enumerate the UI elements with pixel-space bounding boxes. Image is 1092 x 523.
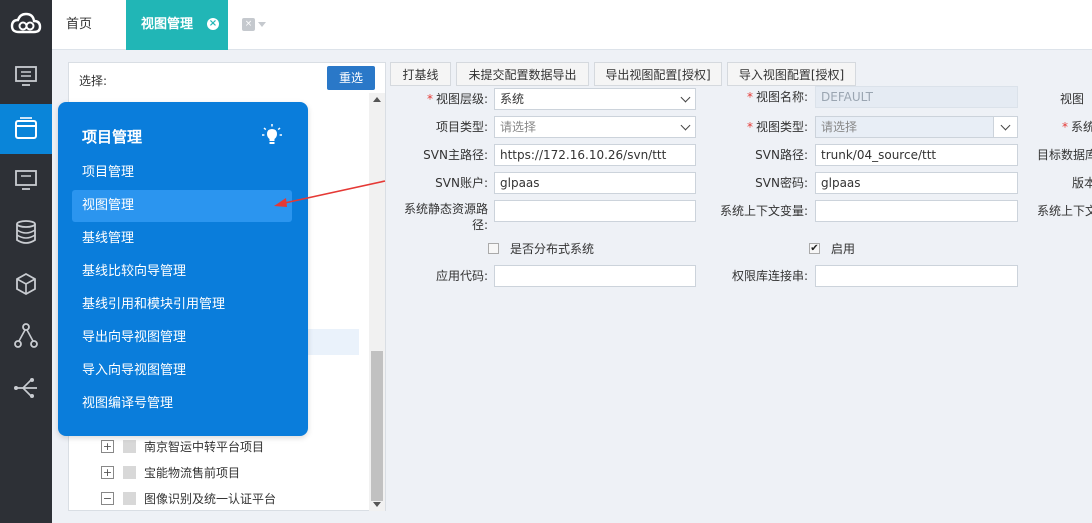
sidebar-item-share[interactable] bbox=[0, 364, 52, 412]
view-name-field: DEFAULT bbox=[815, 86, 1018, 108]
view-type-label: * 视图类型: bbox=[746, 120, 808, 134]
tree-checkbox[interactable] bbox=[123, 491, 136, 505]
distributed-checkbox[interactable]: 是否分布式系统 bbox=[488, 240, 594, 257]
view-level-label: * 视图层级: bbox=[426, 92, 488, 106]
col3-row4-label: 版本 bbox=[1072, 176, 1092, 190]
menu-item-view[interactable]: 视图管理 bbox=[72, 190, 292, 222]
monitor-icon bbox=[15, 66, 37, 86]
tab-menu-dropdown[interactable]: × bbox=[242, 18, 266, 31]
sys-context-label: 系统上下文变量: bbox=[719, 204, 808, 218]
col3-row3-label: 目标数据库 bbox=[1037, 148, 1092, 162]
tab-bar: 首页 视图管理 × × bbox=[52, 0, 1092, 50]
chevron-down-icon bbox=[1000, 120, 1011, 131]
lightbulb-icon bbox=[262, 124, 282, 144]
menu-item-compile-number[interactable]: 视图编译号管理 bbox=[72, 388, 292, 420]
sidebar-item-cube[interactable] bbox=[0, 260, 52, 308]
static-path-label: 系统静态资源路 径: bbox=[403, 202, 488, 232]
sidebar-logo[interactable] bbox=[0, 0, 52, 48]
project-management-menu: 项目管理 项目管理 视图管理 基线管理 基线比较向导管理 基线引用和模块引用管理… bbox=[58, 102, 308, 436]
export-uncommitted-button[interactable]: 未提交配置数据导出 bbox=[456, 62, 589, 86]
col3-row1-label: 视图 bbox=[1060, 92, 1085, 106]
export-view-config-button[interactable]: 导出视图配置[授权] bbox=[594, 62, 722, 86]
menu-item-export-wizard[interactable]: 导出向导视图管理 bbox=[72, 322, 292, 354]
import-view-config-button[interactable]: 导入视图配置[授权] bbox=[727, 62, 856, 86]
tree-row[interactable]: − 图像识别及统一认证平台 bbox=[101, 488, 276, 508]
sys-context-field[interactable] bbox=[815, 200, 1018, 222]
chevron-down-icon bbox=[258, 22, 266, 27]
expand-icon[interactable]: + bbox=[101, 465, 114, 479]
tab-view-management-label: 视图管理 bbox=[141, 17, 194, 32]
expand-icon[interactable]: + bbox=[101, 439, 114, 453]
menu-item-baseline[interactable]: 基线管理 bbox=[72, 223, 292, 255]
tree-checkbox[interactable] bbox=[123, 465, 136, 479]
perm-db-field[interactable] bbox=[815, 265, 1018, 287]
col3-row5-label: 系统上下文 bbox=[1037, 204, 1092, 218]
svn-account-field[interactable]: glpaas bbox=[494, 172, 696, 194]
svn-password-field[interactable]: glpaas bbox=[815, 172, 1018, 194]
tab-home[interactable]: 首页 bbox=[66, 0, 92, 50]
static-path-field[interactable] bbox=[494, 200, 696, 222]
scrollbar-thumb[interactable] bbox=[371, 351, 383, 501]
tree-row[interactable]: + 宝能物流售前项目 bbox=[101, 462, 240, 482]
annotation-arrow bbox=[274, 180, 386, 207]
cloud-logo-icon bbox=[10, 12, 42, 34]
close-all-icon: × bbox=[242, 18, 255, 31]
menu-title: 项目管理 bbox=[82, 128, 143, 146]
tree-row-label: 南京智运中转平台项目 bbox=[144, 439, 265, 454]
col3-row2-label: * 系统 bbox=[1062, 120, 1092, 134]
close-icon[interactable]: × bbox=[207, 18, 219, 30]
collapse-icon[interactable]: − bbox=[101, 491, 114, 505]
tab-view-management[interactable]: 视图管理 × bbox=[126, 0, 228, 50]
sidebar bbox=[0, 0, 52, 523]
sidebar-item-monitor-2[interactable] bbox=[0, 156, 52, 204]
checkbox-checked[interactable]: ✔ bbox=[809, 243, 820, 254]
scroll-down-icon[interactable] bbox=[373, 502, 381, 507]
cube-icon bbox=[16, 272, 36, 296]
tree-row-label: 宝能物流售前项目 bbox=[144, 465, 241, 480]
sidebar-item-project[interactable] bbox=[0, 104, 52, 154]
window-icon bbox=[15, 117, 37, 139]
menu-item-baseline-compare[interactable]: 基线比较向导管理 bbox=[72, 256, 292, 288]
view-name-label: * 视图名称: bbox=[746, 90, 808, 104]
tree-row-label: 图像识别及统一认证平台 bbox=[144, 491, 277, 506]
baseline-button[interactable]: 打基线 bbox=[390, 62, 451, 86]
monitor-icon bbox=[15, 170, 37, 190]
reset-button[interactable]: 重选 bbox=[327, 66, 375, 90]
perm-db-label: 权限库连接串: bbox=[731, 269, 808, 283]
scroll-up-icon[interactable] bbox=[373, 97, 381, 102]
sidebar-item-branch[interactable] bbox=[0, 312, 52, 360]
app-code-label: 应用代码: bbox=[435, 269, 488, 283]
svn-main-path-label: SVN主路径: bbox=[423, 148, 488, 162]
svn-password-label: SVN密码: bbox=[755, 176, 808, 190]
svn-main-path-field[interactable]: https://172.16.10.26/svn/ttt bbox=[494, 144, 696, 166]
svn-path-label: SVN路径: bbox=[755, 148, 808, 162]
project-type-label: 项目类型: bbox=[435, 120, 488, 134]
svn-path-field[interactable]: trunk/04_source/ttt bbox=[815, 144, 1018, 166]
select-label: 选择: bbox=[79, 74, 108, 88]
branch-icon bbox=[14, 323, 38, 348]
view-type-select[interactable]: 请选择 bbox=[815, 116, 1018, 138]
chevron-down-icon bbox=[680, 120, 691, 131]
tree-checkbox[interactable] bbox=[123, 439, 136, 453]
database-icon bbox=[16, 220, 36, 244]
sidebar-item-database[interactable] bbox=[0, 208, 52, 256]
view-level-select[interactable]: 系统 bbox=[494, 88, 696, 110]
checkbox-box[interactable] bbox=[488, 243, 499, 254]
app-code-field[interactable] bbox=[494, 265, 696, 287]
enabled-checkbox[interactable]: ✔ 启用 bbox=[809, 240, 855, 257]
menu-item-project[interactable]: 项目管理 bbox=[72, 157, 292, 189]
chevron-down-icon bbox=[680, 92, 691, 103]
share-icon bbox=[14, 378, 37, 398]
sidebar-item-monitor[interactable] bbox=[0, 52, 52, 100]
menu-item-import-wizard[interactable]: 导入向导视图管理 bbox=[72, 355, 292, 387]
project-type-select[interactable]: 请选择 bbox=[494, 116, 696, 138]
tree-row[interactable]: + 南京智运中转平台项目 bbox=[101, 436, 264, 456]
menu-item-baseline-reference[interactable]: 基线引用和模块引用管理 bbox=[72, 289, 292, 321]
tree-scrollbar[interactable] bbox=[369, 93, 385, 511]
svn-account-label: SVN账户: bbox=[435, 176, 488, 190]
